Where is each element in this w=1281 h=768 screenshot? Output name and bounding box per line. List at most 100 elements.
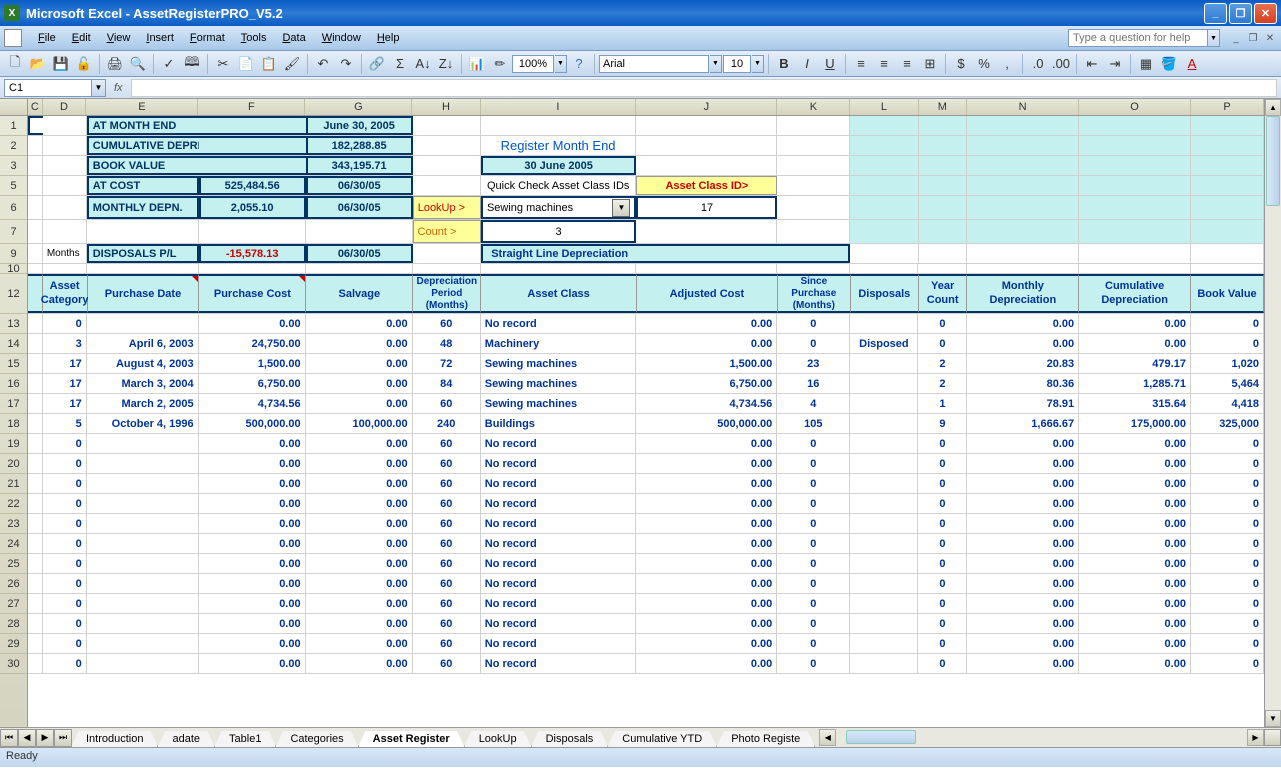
zoom-input[interactable] — [512, 55, 554, 73]
align-right-icon[interactable]: ≡ — [896, 53, 918, 75]
col-header-K[interactable]: K — [777, 99, 850, 115]
sheet-tab-adate[interactable]: adate — [157, 731, 215, 748]
table-row[interactable]: 3April 6, 200324,750.000.0048Machinery0.… — [28, 334, 1264, 354]
borders-icon[interactable]: ▦ — [1135, 53, 1157, 75]
italic-icon[interactable]: I — [796, 53, 818, 75]
align-left-icon[interactable]: ≡ — [850, 53, 872, 75]
row-header-7[interactable]: 7 — [0, 220, 27, 244]
col-header-D[interactable]: D — [43, 99, 87, 115]
row-header-9[interactable]: 9 — [0, 244, 27, 264]
increase-decimal-icon[interactable]: .0 — [1027, 53, 1049, 75]
font-dropdown[interactable]: ▼ — [710, 55, 722, 73]
col-header-G[interactable]: G — [305, 99, 412, 115]
row-header-16[interactable]: 16 — [0, 374, 27, 394]
row-header-10[interactable]: 10 — [0, 264, 27, 274]
row-header-6[interactable]: 6 — [0, 196, 27, 220]
col-header-O[interactable]: O — [1079, 99, 1191, 115]
scroll-left-icon[interactable]: ◀ — [819, 729, 836, 746]
align-center-icon[interactable]: ≡ — [873, 53, 895, 75]
scroll-down-icon[interactable]: ▼ — [1265, 710, 1281, 727]
sheet-tab-categories[interactable]: Categories — [275, 731, 358, 748]
doc-close-button[interactable]: ✕ — [1263, 31, 1277, 45]
bold-icon[interactable]: B — [773, 53, 795, 75]
table-row[interactable]: 00.000.0060No record0.00000.000.000 — [28, 454, 1264, 474]
help-dropdown[interactable]: ▼ — [1208, 29, 1220, 47]
font-color-icon[interactable]: A — [1181, 53, 1203, 75]
open-icon[interactable]: 📂 — [27, 53, 49, 75]
row-header-12[interactable]: 12 — [0, 274, 27, 314]
tab-next-icon[interactable]: ▶ — [36, 729, 54, 747]
col-header-I[interactable]: I — [481, 99, 637, 115]
paste-icon[interactable]: 📋 — [258, 53, 280, 75]
tab-last-icon[interactable]: ⏭ — [54, 729, 72, 747]
spell-icon[interactable]: ✓ — [158, 53, 180, 75]
table-row[interactable]: 00.000.0060No record0.00000.000.000 — [28, 494, 1264, 514]
col-header-L[interactable]: L — [850, 99, 918, 115]
vertical-scrollbar[interactable]: ▲ ▼ — [1264, 99, 1281, 727]
maximize-button[interactable]: ❐ — [1229, 3, 1252, 24]
row-header-3[interactable]: 3 — [0, 156, 27, 176]
percent-icon[interactable]: % — [973, 53, 995, 75]
sort-asc-icon[interactable]: A↓ — [412, 53, 434, 75]
sheet-tab-lookup[interactable]: LookUp — [464, 731, 532, 748]
table-row[interactable]: 17August 4, 20031,500.000.0072Sewing mac… — [28, 354, 1264, 374]
col-header-C[interactable]: C — [28, 99, 43, 115]
row-header-14[interactable]: 14 — [0, 334, 27, 354]
cut-icon[interactable]: ✂ — [212, 53, 234, 75]
row-headers[interactable]: 1235679101213141516171819202122232425262… — [0, 116, 28, 727]
chart-icon[interactable]: 📊 — [466, 53, 488, 75]
row-header-23[interactable]: 23 — [0, 514, 27, 534]
help-search[interactable] — [1068, 29, 1208, 47]
table-row[interactable]: 00.000.0060No record0.00000.000.000 — [28, 614, 1264, 634]
decrease-decimal-icon[interactable]: .00 — [1050, 53, 1072, 75]
table-row[interactable]: 00.000.0060No record0.00000.000.000 — [28, 534, 1264, 554]
sheet-tab-table1[interactable]: Table1 — [214, 731, 276, 748]
row-header-1[interactable]: 1 — [0, 116, 27, 136]
menu-tools[interactable]: Tools — [233, 29, 275, 47]
menu-help[interactable]: Help — [369, 29, 408, 47]
hyperlink-icon[interactable]: 🔗 — [366, 53, 388, 75]
increase-indent-icon[interactable]: ⇥ — [1104, 53, 1126, 75]
research-icon[interactable]: 🕮 — [181, 53, 203, 75]
fontsize-dropdown[interactable]: ▼ — [752, 55, 764, 73]
print-icon[interactable]: 🖨 — [104, 53, 126, 75]
menu-view[interactable]: View — [99, 29, 139, 47]
chevron-down-icon[interactable]: ▼ — [612, 199, 630, 217]
table-row[interactable]: 17March 3, 20046,750.000.0084Sewing mach… — [28, 374, 1264, 394]
sheet-tab-cumulative-ytd[interactable]: Cumulative YTD — [607, 731, 717, 748]
font-name[interactable] — [599, 55, 709, 73]
menu-format[interactable]: Format — [182, 29, 233, 47]
table-row[interactable]: 00.000.0060No record0.00000.000.000 — [28, 594, 1264, 614]
scroll-thumb[interactable] — [1266, 116, 1280, 206]
hscroll-thumb[interactable] — [846, 730, 916, 744]
table-row[interactable]: 5October 4, 1996500,000.00100,000.00240B… — [28, 414, 1264, 434]
close-button[interactable]: ✕ — [1254, 3, 1277, 24]
row-header-19[interactable]: 19 — [0, 434, 27, 454]
autosum-icon[interactable]: Σ — [389, 53, 411, 75]
new-icon[interactable]: 🗋 — [4, 53, 26, 75]
tab-first-icon[interactable]: ⏮ — [0, 729, 18, 747]
drawing-icon[interactable]: ✏ — [489, 53, 511, 75]
col-header-H[interactable]: H — [412, 99, 480, 115]
preview-icon[interactable]: 🔍 — [127, 53, 149, 75]
menu-window[interactable]: Window — [314, 29, 369, 47]
row-header-21[interactable]: 21 — [0, 474, 27, 494]
table-row[interactable]: 00.000.0060No record0.00000.000.000 — [28, 514, 1264, 534]
col-header-F[interactable]: F — [198, 99, 305, 115]
menu-insert[interactable]: Insert — [138, 29, 182, 47]
help-icon[interactable]: ? — [568, 53, 590, 75]
sheet-tab-photo-registe[interactable]: Photo Registe — [716, 731, 815, 748]
zoom-dropdown[interactable]: ▼ — [555, 55, 567, 73]
scroll-up-icon[interactable]: ▲ — [1265, 99, 1281, 116]
permission-icon[interactable]: 🔓 — [73, 53, 95, 75]
doc-restore-button[interactable]: ❐ — [1246, 31, 1260, 45]
menu-edit[interactable]: Edit — [64, 29, 99, 47]
row-header-29[interactable]: 29 — [0, 634, 27, 654]
copy-icon[interactable]: 📄 — [235, 53, 257, 75]
row-header-30[interactable]: 30 — [0, 654, 27, 674]
col-header-M[interactable]: M — [919, 99, 968, 115]
underline-icon[interactable]: U — [819, 53, 841, 75]
sheet-tab-introduction[interactable]: Introduction — [71, 731, 158, 748]
formula-bar[interactable] — [131, 79, 1277, 97]
row-header-25[interactable]: 25 — [0, 554, 27, 574]
